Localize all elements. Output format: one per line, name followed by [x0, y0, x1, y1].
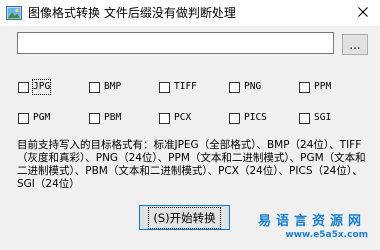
checkbox-tiff[interactable]: TIFF	[159, 80, 197, 94]
checkbox-sgi[interactable]: SGI	[299, 111, 331, 125]
checkbox-label: SGI	[314, 112, 332, 123]
checkbox-ppm[interactable]: PPM	[299, 80, 331, 94]
checkbox-pgm[interactable]: PGM	[18, 111, 50, 125]
checkbox-label: TIFF	[174, 81, 197, 92]
checkbox-label: PGM	[33, 112, 51, 123]
checkbox-label: PPM	[314, 81, 332, 92]
close-icon	[357, 7, 368, 17]
watermark-site-name: 易语言资源网	[257, 214, 366, 229]
checkbox-box[interactable]	[229, 112, 240, 124]
checkbox-pics[interactable]: PICS	[229, 111, 267, 125]
browse-button[interactable]: ...	[342, 34, 368, 55]
checkbox-box[interactable]	[299, 112, 310, 124]
checkbox-label: BMP	[104, 81, 122, 92]
checkbox-box[interactable]	[159, 112, 170, 124]
checkbox-bmp[interactable]: BMP	[89, 80, 121, 94]
image-app-icon	[6, 5, 22, 21]
checkbox-box[interactable]	[89, 81, 100, 93]
checkbox-label: PCX	[174, 112, 192, 123]
checkbox-pbm[interactable]: PBM	[89, 111, 121, 125]
checkbox-label: JPG	[31, 79, 52, 95]
watermark-url: www.e5a5x.com	[285, 230, 368, 240]
checkbox-label: PNG	[244, 81, 262, 92]
checkbox-box[interactable]	[299, 81, 310, 93]
checkbox-jpg[interactable]: JPG	[18, 79, 52, 95]
main-window: 图像格式转换 文件后缀没有做判断处理 ... JPG BMP TIFF PNG …	[0, 0, 380, 250]
checkbox-box[interactable]	[18, 112, 29, 124]
window-title: 图像格式转换 文件后缀没有做判断处理	[28, 6, 236, 20]
checkbox-box[interactable]	[18, 81, 29, 93]
checkbox-png[interactable]: PNG	[229, 80, 261, 94]
title-bar: 图像格式转换 文件后缀没有做判断处理	[0, 0, 380, 26]
checkbox-label: PICS	[244, 112, 267, 123]
supported-formats-info: 目前支持写入的目标格式有：标准JPEG（全部格式）、BMP（24位）、TIFF（…	[17, 139, 366, 190]
close-button[interactable]	[345, 0, 380, 24]
site-watermark: 易语言资源网 www.e5a5x.com	[258, 210, 374, 246]
checkbox-label: PBM	[104, 112, 122, 123]
checkbox-box[interactable]	[159, 81, 170, 93]
start-convert-label: (S)开始转换	[148, 206, 221, 229]
file-path-input[interactable]	[17, 32, 334, 54]
checkbox-box[interactable]	[229, 81, 240, 93]
checkbox-pcx[interactable]: PCX	[159, 111, 191, 125]
start-convert-button[interactable]: (S)开始转换	[139, 205, 230, 230]
checkbox-box[interactable]	[89, 112, 100, 124]
